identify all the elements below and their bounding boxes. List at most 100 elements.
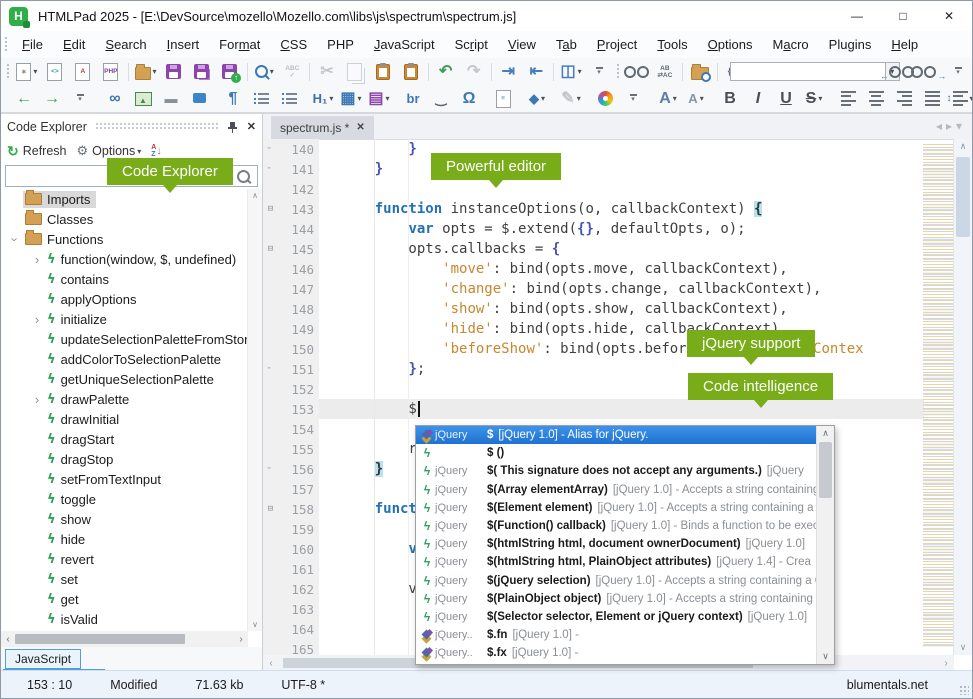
save-upload-button[interactable]: ↑ xyxy=(217,60,243,84)
completion-item[interactable]: ϟjQuery$(Element element)[jQuery 1.0] - … xyxy=(416,499,817,517)
tree-item-initialize[interactable]: ›ϟinitialize xyxy=(1,309,248,329)
form-button[interactable]: ▤▾ xyxy=(366,87,392,111)
code-line-150[interactable]: 150 'beforeShow': bind(opts.beforeShow, … xyxy=(263,339,924,359)
hyperlink-button[interactable]: ∞ xyxy=(102,87,128,111)
tree-item-hide[interactable]: ϟhide xyxy=(1,529,248,549)
panels-button[interactable]: ◫▾ xyxy=(558,60,584,84)
menu-tab[interactable]: Tab xyxy=(546,37,587,52)
tree-item-dragstart[interactable]: ϟdragStart xyxy=(1,429,248,449)
forward-button[interactable]: → xyxy=(39,87,65,111)
code-line-149[interactable]: 149 'hide': bind(opts.hide, callbackCont… xyxy=(263,319,924,339)
font-decrease-button[interactable]: A▾ xyxy=(683,87,709,111)
tree-item-show[interactable]: ϟshow xyxy=(1,509,248,529)
scroll-left-icon[interactable]: ‹ xyxy=(263,658,279,669)
sort-button[interactable]: A Z↓ xyxy=(151,144,162,158)
tree-item-contains[interactable]: ϟcontains xyxy=(1,269,248,289)
image-button[interactable]: ▲ xyxy=(130,87,156,111)
gear-icon[interactable]: ⚙ xyxy=(77,143,89,159)
code-line-142[interactable]: 142 xyxy=(263,179,924,199)
tree-item-function-window-undefined[interactable]: ›ϟfunction(window, $, undefined) xyxy=(1,249,248,269)
tree-item-imports[interactable]: Imports xyxy=(1,189,248,209)
menu-javascript[interactable]: JavaScript xyxy=(364,37,445,52)
strikethrough-button[interactable]: S▾ xyxy=(801,87,827,111)
line-spacing-button[interactable]: ↕▾ xyxy=(947,87,973,111)
menu-script[interactable]: Script xyxy=(445,37,498,52)
tag-button[interactable]: ◆▾ xyxy=(524,87,550,111)
close-button[interactable]: ✕ xyxy=(926,1,972,31)
code-line-140[interactable]: ╴140 } xyxy=(263,139,924,159)
menu-search[interactable]: Search xyxy=(95,37,156,52)
tree-item-revert[interactable]: ϟrevert xyxy=(1,549,248,569)
find-previous-button[interactable]: ← xyxy=(882,60,911,84)
search-icon[interactable] xyxy=(237,170,250,183)
chevron-right-icon[interactable]: › xyxy=(29,312,45,327)
tree-item-drawinitial[interactable]: ϟdrawInitial xyxy=(1,409,248,429)
italic-button[interactable]: I xyxy=(745,87,771,111)
bullet-list-button[interactable] xyxy=(248,87,274,111)
menu-edit[interactable]: Edit xyxy=(53,37,95,52)
tree-horizontal-scrollbar[interactable]: ‹ › xyxy=(1,631,248,647)
menu-view[interactable]: View xyxy=(498,37,546,52)
toolbar-overflow-button[interactable]: ▾ xyxy=(586,60,612,84)
code-line-145[interactable]: ⊟145 opts.callbacks = { xyxy=(263,239,924,259)
back-button[interactable]: ← xyxy=(11,87,37,111)
line-break-button[interactable]: br xyxy=(400,87,426,111)
menu-help[interactable]: Help xyxy=(881,37,928,52)
tab-close-icon[interactable]: ✕ xyxy=(356,122,364,133)
scroll-up-icon[interactable]: ∧ xyxy=(817,428,834,439)
tree-item-toggle[interactable]: ϟtoggle xyxy=(1,489,248,509)
menu-file[interactable]: File xyxy=(12,37,53,52)
find-in-files-button[interactable] xyxy=(687,60,713,84)
new-html-button[interactable]: <> xyxy=(42,60,68,84)
menu-options[interactable]: Options xyxy=(698,37,763,52)
code-line-146[interactable]: 146 'move': bind(opts.move, callbackCont… xyxy=(263,259,924,279)
align-center-button[interactable] xyxy=(863,87,889,111)
completion-item[interactable]: ϟjQuery$(Selector selector, Element or j… xyxy=(416,608,817,626)
fold-marker-icon[interactable]: ⊟ xyxy=(263,204,278,214)
completion-item[interactable]: ϟjQuery$(Function() callback)[jQuery 1.0… xyxy=(416,517,817,535)
completion-item[interactable]: ϟjQuery$( This signature does not accept… xyxy=(416,462,817,480)
search-combobox-input[interactable] xyxy=(730,62,885,81)
find-button[interactable]: ▾ xyxy=(251,60,277,84)
tree-item-isvalid[interactable]: ϟisValid xyxy=(1,609,248,629)
menu-format[interactable]: Format xyxy=(209,37,270,52)
tree-item-setfromtextinput[interactable]: ϟsetFromTextInput xyxy=(1,469,248,489)
menu-macro[interactable]: Macro xyxy=(763,37,819,52)
refresh-button[interactable]: Refresh xyxy=(23,144,67,158)
options-button[interactable]: Options xyxy=(92,144,135,158)
comment-button[interactable] xyxy=(186,87,212,111)
code-line-143[interactable]: ⊟143 function instanceOptions(o, callbac… xyxy=(263,199,924,219)
copy-button[interactable] xyxy=(342,60,368,84)
chevron-right-icon[interactable]: › xyxy=(29,252,45,267)
completion-item[interactable]: jQuery..$.fn[jQuery 1.0] - xyxy=(416,626,817,644)
menu-project[interactable]: Project xyxy=(587,37,648,52)
code-line-153[interactable]: 153 $ xyxy=(263,399,924,419)
tree-item-updateselectionpalettefromstorag[interactable]: ϟupdateSelectionPaletteFromStorag xyxy=(1,329,248,349)
align-left-button[interactable] xyxy=(835,87,861,111)
completion-item[interactable]: ϟjQuery$(htmlString html, PlainObject at… xyxy=(416,553,817,571)
nav-overflow-button[interactable]: ▾ xyxy=(67,87,93,111)
scroll-down-icon[interactable]: ∨ xyxy=(817,651,834,662)
find-dialog-button[interactable] xyxy=(624,60,650,84)
nbsp-button[interactable]: ‿ xyxy=(428,87,454,111)
bold-button[interactable]: B xyxy=(717,87,743,111)
menu-plugins[interactable]: Plugins xyxy=(819,37,882,52)
search-overflow-button[interactable]: ▾ xyxy=(945,60,971,84)
scroll-right-icon[interactable]: › xyxy=(938,658,954,669)
save-all-button[interactable] xyxy=(189,60,215,84)
code-line-144[interactable]: 144 var opts = $.extend({}, defaultOpts,… xyxy=(263,219,924,239)
tree-item-addcolortoselectionpalette[interactable]: ϟaddColorToSelectionPalette xyxy=(1,349,248,369)
scrollbar-thumb[interactable] xyxy=(15,634,185,644)
script-button[interactable]: ≡ xyxy=(490,87,516,111)
scroll-up-icon[interactable]: ∧ xyxy=(248,191,262,200)
completion-item[interactable]: ϟjQuery$(PlainObject object)[jQuery 1.0]… xyxy=(416,590,817,608)
chevron-right-icon[interactable]: › xyxy=(29,392,45,407)
tab-scroll-controls[interactable]: ◂▸▾ xyxy=(936,119,966,133)
numbered-list-button[interactable] xyxy=(276,87,302,111)
refresh-icon[interactable]: ↻ xyxy=(7,143,19,160)
tree-item-classes[interactable]: Classes xyxy=(1,209,248,229)
tree-item-get[interactable]: ϟget xyxy=(1,589,248,609)
completion-item[interactable]: ϟjQuery$(Array elementArray)[jQuery 1.0]… xyxy=(416,481,817,499)
completion-item[interactable]: jQuery..$.fx[jQuery 1.0] - xyxy=(416,644,817,662)
completion-item[interactable]: jQuery$[jQuery 1.0] - Alias for jQuery. xyxy=(416,426,817,444)
